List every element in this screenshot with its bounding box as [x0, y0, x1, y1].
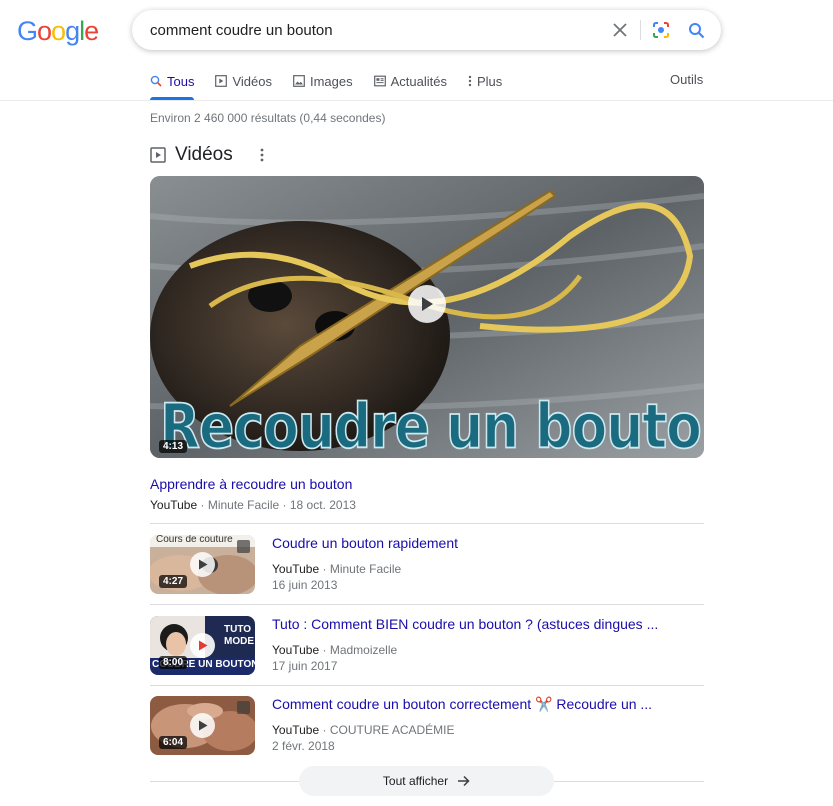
arrow-right-icon — [458, 775, 470, 787]
more-vertical-icon — [468, 75, 472, 87]
video-duration: 6:04 — [159, 736, 188, 749]
more-options-icon[interactable] — [260, 148, 264, 167]
video-date: 16 juin 2013 — [272, 578, 338, 592]
play-icon — [190, 713, 215, 738]
tab-news[interactable]: Actualités — [373, 72, 447, 90]
header-divider — [0, 100, 833, 101]
divider — [150, 604, 704, 605]
video-date: 18 oct. 2013 — [289, 498, 356, 512]
video-icon — [215, 75, 228, 87]
video-source: YouTube — [272, 562, 320, 576]
video-thumbnail[interactable]: 6:04 — [150, 696, 255, 755]
video-meta: YouTube · Madmoizelle — [272, 643, 397, 657]
tab-more[interactable]: Plus — [468, 72, 502, 90]
search-icon — [150, 75, 162, 87]
show-all-label: Tout afficher — [382, 774, 449, 788]
thumbnail-caption: Cours de couture — [156, 535, 233, 545]
video-thumbnail[interactable]: TUTO MODE COUDRE UN BOUTON ? 8:00 — [150, 616, 255, 675]
video-channel: Minute Facile — [329, 562, 402, 576]
video-title[interactable]: Tuto : Comment BIEN coudre un bouton ? (… — [272, 616, 658, 632]
camera-lens-icon[interactable] — [650, 19, 672, 41]
video-thumbnail[interactable]: Cours de couture 4:27 — [150, 535, 255, 594]
video-source: YouTube — [272, 723, 320, 737]
video-result-item: Cours de couture 4:27 Coudre un bouton r… — [150, 535, 704, 595]
video-source: YouTube — [272, 643, 320, 657]
search-icon[interactable] — [685, 19, 707, 41]
tab-label: Actualités — [390, 73, 447, 89]
search-divider — [640, 20, 641, 40]
thumbnail-caption: TUTO MODE — [224, 624, 254, 647]
tab-images[interactable]: Images — [293, 72, 353, 90]
divider — [150, 685, 704, 686]
video-meta: YouTube · COUTURE ACADÉMIE — [272, 723, 455, 737]
news-icon — [373, 75, 386, 87]
google-logo[interactable]: Google — [17, 16, 99, 47]
video-channel: Minute Facile — [207, 498, 280, 512]
close-icon[interactable] — [609, 19, 631, 41]
result-stats: Environ 2 460 000 résultats (0,44 second… — [150, 111, 386, 125]
featured-video-title[interactable]: Apprendre à recoudre un bouton — [150, 476, 352, 492]
search-input[interactable] — [150, 10, 590, 50]
video-meta: YouTube · Minute Facile — [272, 562, 401, 576]
logo-letter: e — [84, 16, 99, 46]
play-icon — [190, 633, 215, 658]
video-duration: 8:00 — [159, 656, 188, 669]
expand-icon — [237, 701, 250, 714]
tab-label: Plus — [477, 73, 503, 89]
tab-label: Vidéos — [232, 73, 272, 89]
meta-separator: · — [319, 643, 330, 657]
divider — [150, 523, 704, 524]
thumbnail-caption: Recoudre un bouton — [159, 391, 704, 458]
video-duration: 4:27 — [159, 575, 188, 588]
meta-separator: · — [279, 498, 290, 512]
video-date: 2 févr. 2018 — [272, 739, 335, 753]
video-channel: COUTURE ACADÉMIE — [329, 723, 455, 737]
tools-button[interactable]: Outils — [670, 72, 703, 87]
logo-letter: g — [65, 16, 80, 46]
logo-letter: o — [37, 16, 52, 46]
play-icon — [190, 552, 215, 577]
image-icon — [293, 75, 305, 87]
show-all-button[interactable]: Tout afficher — [299, 766, 554, 796]
video-date: 17 juin 2017 — [272, 659, 338, 673]
logo-letter: o — [51, 16, 66, 46]
search-box — [132, 10, 721, 50]
video-icon — [150, 147, 166, 163]
search-tabs: Tous Vidéos Images Actualités Plus — [150, 72, 523, 100]
meta-separator: · — [319, 723, 330, 737]
meta-separator: · — [319, 562, 330, 576]
video-source: YouTube — [150, 498, 198, 512]
video-duration: 4:13 — [159, 440, 188, 453]
expand-icon — [237, 540, 250, 553]
video-result-item: 6:04 Comment coudre un bouton correcteme… — [150, 696, 704, 756]
tab-all[interactable]: Tous — [150, 72, 194, 90]
featured-video-meta: YouTube · Minute Facile · 18 oct. 2013 — [150, 498, 356, 512]
videos-section-header: Vidéos — [150, 144, 233, 166]
tab-label: Images — [309, 73, 353, 89]
featured-video-thumbnail[interactable]: Recoudre un bouton 4:13 — [150, 176, 704, 458]
tab-videos[interactable]: Vidéos — [215, 72, 272, 90]
video-channel: Madmoizelle — [329, 643, 398, 657]
video-title[interactable]: Coudre un bouton rapidement — [272, 535, 458, 551]
play-icon — [408, 285, 446, 323]
video-result-item: TUTO MODE COUDRE UN BOUTON ? 8:00 Tuto :… — [150, 616, 704, 676]
meta-separator: · — [197, 498, 208, 512]
tab-label: Tous — [167, 73, 195, 89]
videos-section-title: Vidéos — [175, 144, 233, 165]
logo-letter: G — [17, 16, 38, 46]
video-title[interactable]: Comment coudre un bouton correctement ✂️… — [272, 696, 652, 713]
